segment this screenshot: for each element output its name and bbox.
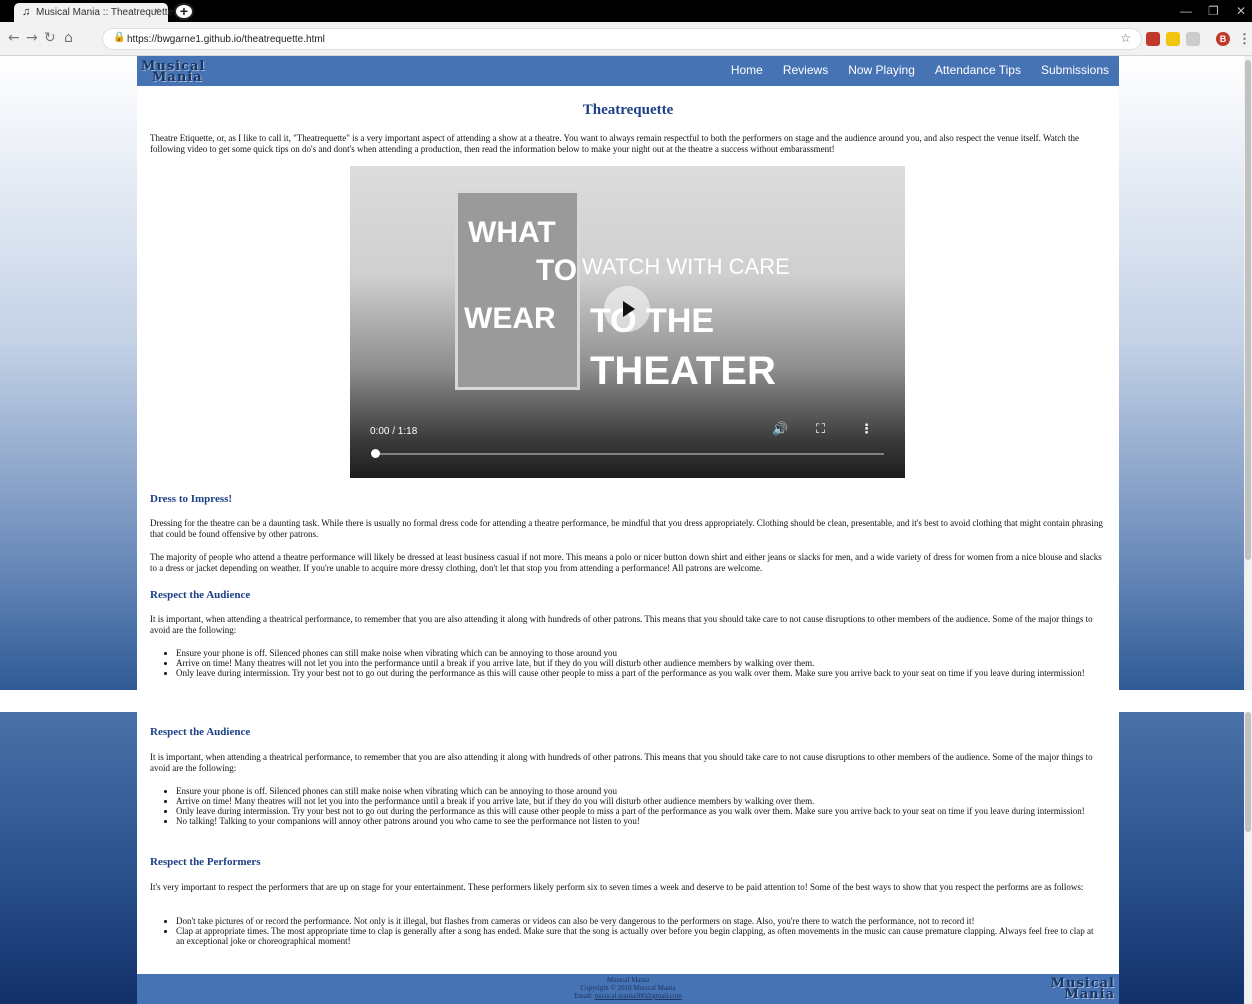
nav-reviews[interactable]: Reviews xyxy=(783,63,828,77)
fullscreen-icon[interactable]: ⛶ xyxy=(816,422,825,437)
performers-list: Don't take pictures of or record the per… xyxy=(162,916,1097,946)
browser-tab-bar: ♫ Musical Mania :: Theatrequette × + — ❐… xyxy=(0,0,1252,22)
lock-icon: 🔒 xyxy=(113,32,126,43)
page-viewport-bottom: Respect the Audience It is important, wh… xyxy=(0,712,1252,1004)
intro-paragraph: Theatre Etiquette, or, as I like to call… xyxy=(150,133,1080,154)
list-item: Only leave during intermission. Try your… xyxy=(176,668,1097,678)
nav-now-playing[interactable]: Now Playing xyxy=(848,63,915,77)
volume-icon[interactable]: 🔊 xyxy=(772,422,788,437)
performers-paragraph: It's very important to respect the perfo… xyxy=(150,882,1084,892)
url-text: https://bwgarne1.github.io/theatrequette… xyxy=(127,34,325,45)
profile-avatar[interactable]: B xyxy=(1216,32,1230,46)
video-scrub-handle[interactable] xyxy=(371,449,380,458)
dress-paragraph-2: The majority of people who attend a thea… xyxy=(150,552,1102,573)
audience-paragraph: It is important, when attending a theatr… xyxy=(150,752,1093,773)
new-tab-button[interactable]: + xyxy=(174,3,194,20)
nav-submissions[interactable]: Submissions xyxy=(1041,63,1109,77)
nav-home[interactable]: Home xyxy=(731,63,763,77)
address-bar[interactable]: 🔒 https://bwgarne1.github.io/theatrequet… xyxy=(102,28,1142,50)
extension-icon[interactable] xyxy=(1166,32,1180,46)
close-tab-icon[interactable]: × xyxy=(154,6,160,17)
audience-paragraph: It is important, when attending a theatr… xyxy=(150,614,1093,635)
video-overlay-line-3: THEATER xyxy=(590,349,776,393)
reload-icon[interactable]: ↻ xyxy=(44,30,56,46)
footer-email-link[interactable]: musical.mania300@gmail.com xyxy=(595,992,682,1000)
tab-title: Musical Mania :: Theatrequette xyxy=(36,7,174,18)
more-options-icon[interactable]: ⋮ xyxy=(860,422,873,437)
list-item: Don't take pictures of or record the per… xyxy=(176,916,1097,926)
video-player[interactable]: WHAT TO WEAR WATCH WITH CARE TO THE THEA… xyxy=(350,166,905,478)
list-item: Ensure your phone is off. Silenced phone… xyxy=(176,786,1097,796)
minimize-icon[interactable]: — xyxy=(1180,4,1192,18)
nav-links: Home Reviews Now Playing Attendance Tips… xyxy=(731,63,1109,77)
audience-list: Ensure your phone is off. Silenced phone… xyxy=(162,786,1097,826)
browser-tab[interactable]: ♫ Musical Mania :: Theatrequette × xyxy=(14,3,173,22)
page-viewport-top: Musical Mania Home Reviews Now Playing A… xyxy=(0,56,1252,690)
browser-menu-icon[interactable]: ⋮ xyxy=(1238,31,1251,47)
list-item: Only leave during intermission. Try your… xyxy=(176,806,1097,816)
audience-heading: Respect the Audience xyxy=(150,589,251,601)
content-container: Musical Mania Home Reviews Now Playing A… xyxy=(137,56,1119,690)
shield-extension-icon[interactable] xyxy=(1146,32,1160,46)
footer-text: Musical Mania Copyright © 2018 Musical M… xyxy=(137,976,1119,1000)
performers-heading: Respect the Performers xyxy=(150,856,261,868)
screenshot-divider xyxy=(0,690,1252,712)
footer-copyright: Copyright © 2018 Musical Mania xyxy=(580,984,676,992)
bookmark-star-icon[interactable]: ☆ xyxy=(1120,31,1131,45)
home-icon[interactable]: ⌂ xyxy=(64,30,73,46)
video-overlay-line-1: WATCH WITH CARE xyxy=(582,254,790,279)
extension-icon[interactable] xyxy=(1186,32,1200,46)
scrollbar[interactable] xyxy=(1244,712,1252,1004)
scrollbar[interactable] xyxy=(1244,56,1252,690)
footer-email-label: Email: xyxy=(574,992,593,1000)
video-time: 0:00 / 1:18 xyxy=(370,426,418,437)
content-container: Respect the Audience It is important, wh… xyxy=(137,712,1119,1004)
video-card-text-what: WHAT xyxy=(468,216,556,249)
page-title: Theatrequette xyxy=(582,102,674,118)
list-item: Ensure your phone is off. Silenced phone… xyxy=(176,648,1097,658)
play-button[interactable] xyxy=(604,286,650,332)
list-item: Clap at appropriate times. The most appr… xyxy=(176,926,1097,946)
restore-icon[interactable]: ❐ xyxy=(1208,4,1219,18)
audience-list: Ensure your phone is off. Silenced phone… xyxy=(162,648,1097,678)
footer-site-name: Musical Mania xyxy=(606,976,650,984)
site-footer: Musical Mania Copyright © 2018 Musical M… xyxy=(137,974,1119,1004)
music-note-icon: ♫ xyxy=(22,6,31,18)
forward-icon[interactable]: → xyxy=(26,30,38,46)
site-navbar: Musical Mania Home Reviews Now Playing A… xyxy=(137,56,1119,86)
scrollbar-thumb[interactable] xyxy=(1245,60,1251,560)
footer-logo[interactable]: Musical Mania xyxy=(1051,977,1115,1001)
nav-attendance-tips[interactable]: Attendance Tips xyxy=(935,63,1021,77)
address-toolbar: ← → ↻ ⌂ 🔒 https://bwgarne1.github.io/the… xyxy=(0,22,1252,56)
dress-paragraph-1: Dressing for the theatre can be a daunti… xyxy=(150,518,1103,539)
video-card-text-to: TO xyxy=(536,254,578,287)
dress-heading: Dress to Impress! xyxy=(150,493,233,505)
close-window-icon[interactable]: ✕ xyxy=(1236,4,1246,18)
list-item: Arrive on time! Many theatres will not l… xyxy=(176,658,1097,668)
list-item: No talking! Talking to your companions w… xyxy=(176,816,1097,826)
back-icon[interactable]: ← xyxy=(8,30,20,46)
video-card-text-wear: WEAR xyxy=(464,302,556,335)
scrollbar-thumb[interactable] xyxy=(1245,712,1251,832)
footer-email-line: Email: musical.mania300@gmail.com xyxy=(137,992,1119,1000)
audience-heading: Respect the Audience xyxy=(150,726,251,738)
list-item: Arrive on time! Many theatres will not l… xyxy=(176,796,1097,806)
video-progress-bar[interactable] xyxy=(374,453,884,455)
site-logo[interactable]: Musical Mania xyxy=(141,60,205,84)
